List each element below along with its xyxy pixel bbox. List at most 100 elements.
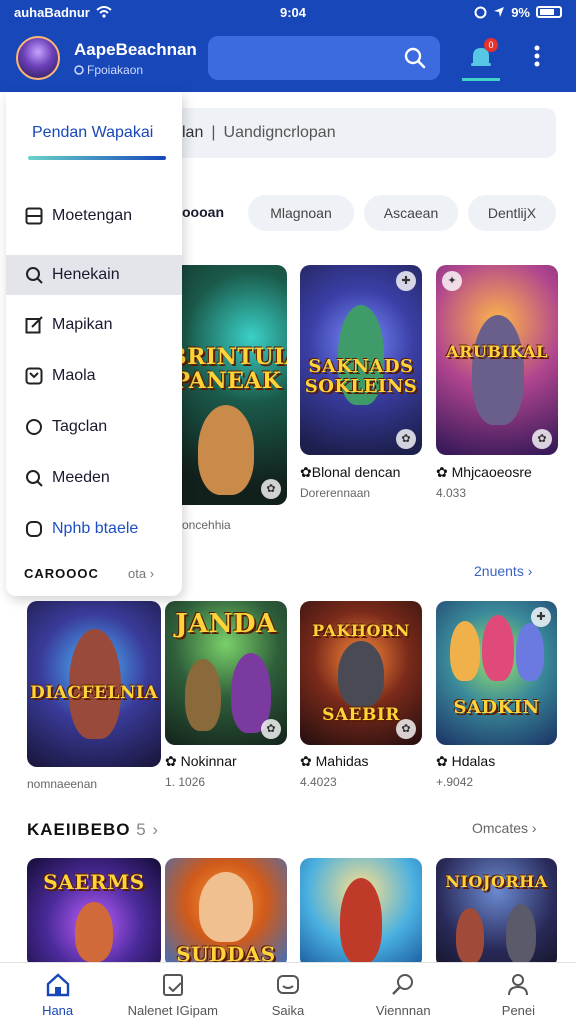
card-art-figure [450, 621, 480, 681]
card-badge-icon: ✿ [261, 719, 281, 739]
see-all-link[interactable]: 2nuents › [474, 563, 532, 579]
game-card[interactable]: SUDDAS [165, 858, 287, 968]
game-card[interactable]: SAKNADS SOKLEINS ✚ ✿ [300, 265, 422, 455]
menu-tab-active[interactable]: Pendan Wapakai [32, 124, 153, 142]
card-art-title: SAERMS [43, 870, 145, 894]
card-badge-icon: ✦ [442, 271, 462, 291]
menu-tab-indicator [28, 156, 166, 160]
card-title: ✿ Mahidas [300, 753, 369, 769]
game-card[interactable] [300, 858, 422, 968]
filter-label: oooan [182, 204, 224, 220]
search-placeholder: Uandigncrlopan [223, 124, 336, 141]
location-icon [494, 7, 505, 17]
card-title-text: Nokinnar [180, 753, 237, 769]
card-meta: +.9042 [436, 775, 474, 789]
alarm-icon [474, 6, 487, 18]
card-art-figure [482, 615, 514, 681]
bottom-nav: Hana Nalenet IGipam Saika Viennnan Penei [0, 962, 576, 1024]
card-art-figure [185, 659, 221, 731]
game-card[interactable]: BRINTUIA PANEAK ✿ [168, 265, 287, 505]
card-meta: 4.4023 [300, 775, 337, 789]
notification-button[interactable]: 0 [462, 38, 500, 81]
more-menu-button[interactable] [534, 45, 540, 71]
status-right: 9% [474, 5, 562, 20]
menu-item[interactable]: Tagclan [6, 407, 182, 447]
filter-chip[interactable]: DentlijX [468, 195, 556, 231]
menu-item-label: Mapikan [52, 316, 113, 333]
nav-tab-chat[interactable]: Saika [230, 963, 345, 1024]
card-art-title: JANDA [175, 609, 277, 639]
card-meta: 1. 1026 [165, 775, 206, 789]
notification-underline [462, 78, 500, 81]
menu-footer-label: CAROOOC [24, 566, 99, 581]
notification-badge: 0 [484, 38, 498, 52]
globe-icon [74, 64, 84, 75]
nav-label: Nalenet IGipam [127, 1003, 218, 1018]
nav-tab-home[interactable]: Hana [0, 963, 115, 1024]
battery-percent: 9% [511, 4, 530, 20]
filter-chip[interactable]: Ascaean [364, 195, 458, 231]
status-bar: auhaBadnur 9:04 9% [0, 0, 576, 24]
game-card[interactable]: JANDA ✿ [165, 601, 287, 745]
menu-item-active[interactable]: Henekain [6, 255, 182, 295]
header-titles: AapeBeachnan Fpoiakaon [74, 40, 197, 77]
dropdown-menu: Pendan Wapakai Moetengan Henekain Mapika… [6, 92, 182, 596]
game-card[interactable]: SADKIN ✚ [436, 601, 557, 745]
menu-item[interactable]: Mapikan [6, 305, 182, 345]
see-all-text: 2nuents [474, 563, 524, 579]
see-all-text: Omcates [472, 820, 529, 836]
menu-footer-link[interactable]: ota › [128, 566, 154, 581]
bookmark-icon [162, 974, 183, 996]
menu-item-label: Henekain [52, 266, 120, 283]
card-badge-icon: ✿ [396, 719, 416, 739]
card-art-title: ARUBIKAL [446, 342, 548, 361]
game-card[interactable]: PAKHORN SAEBIR ✿ [300, 601, 422, 745]
app-screen: auhaBadnur 9:04 9% AapeBeachnan Fpoiakao… [0, 0, 576, 1024]
card-art-figure [338, 641, 384, 707]
nav-tab-search[interactable]: Viennnan [346, 963, 461, 1024]
card-title: ✿ Nokinnar [165, 753, 237, 769]
circle-icon [24, 519, 44, 539]
card-art-figure [340, 878, 382, 964]
card-title-text: Blonal dencan [311, 464, 401, 480]
card-art-figure [198, 405, 254, 495]
card-title: ✿ Hdalas [436, 753, 496, 769]
header-search-bar[interactable] [208, 36, 440, 80]
game-card[interactable]: DIACFELNIA [27, 601, 161, 767]
subtitle-text: Fpoiakaon [87, 62, 144, 77]
menu-item-link[interactable]: Nphb btaele [6, 509, 182, 549]
game-card[interactable]: SAERMS [27, 858, 161, 968]
menu-item-label: Meeden [52, 469, 110, 486]
chat-icon [277, 975, 299, 994]
menu-item[interactable]: Maola [6, 356, 182, 396]
menu-footer-link-text: ota [128, 566, 147, 581]
see-all-link[interactable]: Omcates › [472, 820, 537, 836]
battery-icon [535, 6, 562, 18]
clock-time: 9:04 [280, 4, 307, 20]
filter-chip[interactable]: Mlagnoan [248, 195, 354, 231]
game-card[interactable]: NIOJORHA [436, 858, 557, 968]
search-icon [404, 47, 426, 69]
card-title-text: Hdalas [451, 753, 496, 769]
nav-tab-library[interactable]: Nalenet IGipam [115, 963, 230, 1024]
menu-item-label: Nphb btaele [52, 520, 139, 537]
section-title-text: KAEIIBEBO [27, 820, 131, 839]
menu-item[interactable]: Moetengan [6, 196, 182, 236]
card-title-text: Mahidas [315, 753, 369, 769]
circle-icon [24, 417, 44, 437]
nav-label: Viennnan [375, 1003, 431, 1018]
nav-tab-profile[interactable]: Penei [461, 963, 576, 1024]
card-badge-icon: ✚ [531, 607, 551, 627]
card-badge-icon: ✿ [261, 479, 281, 499]
card-badge-icon: ✿ [532, 429, 552, 449]
app-subtitle: Fpoiakaon [74, 63, 194, 77]
section-title: KAEIIBEBO 5 › [27, 820, 159, 840]
card-meta: 4.033 [436, 486, 467, 500]
avatar[interactable] [16, 36, 60, 80]
main-search-field[interactable]: lan | Uandigncrlopan [170, 108, 556, 158]
menu-item[interactable]: Meeden [6, 458, 182, 498]
card-title: ✿ Mhjcaoeosre [436, 464, 532, 480]
nav-label: Saika [271, 1003, 305, 1018]
game-card[interactable]: ARUBIKAL ✦ ✿ [436, 265, 558, 455]
card-art-title: SADKIN [453, 697, 540, 718]
